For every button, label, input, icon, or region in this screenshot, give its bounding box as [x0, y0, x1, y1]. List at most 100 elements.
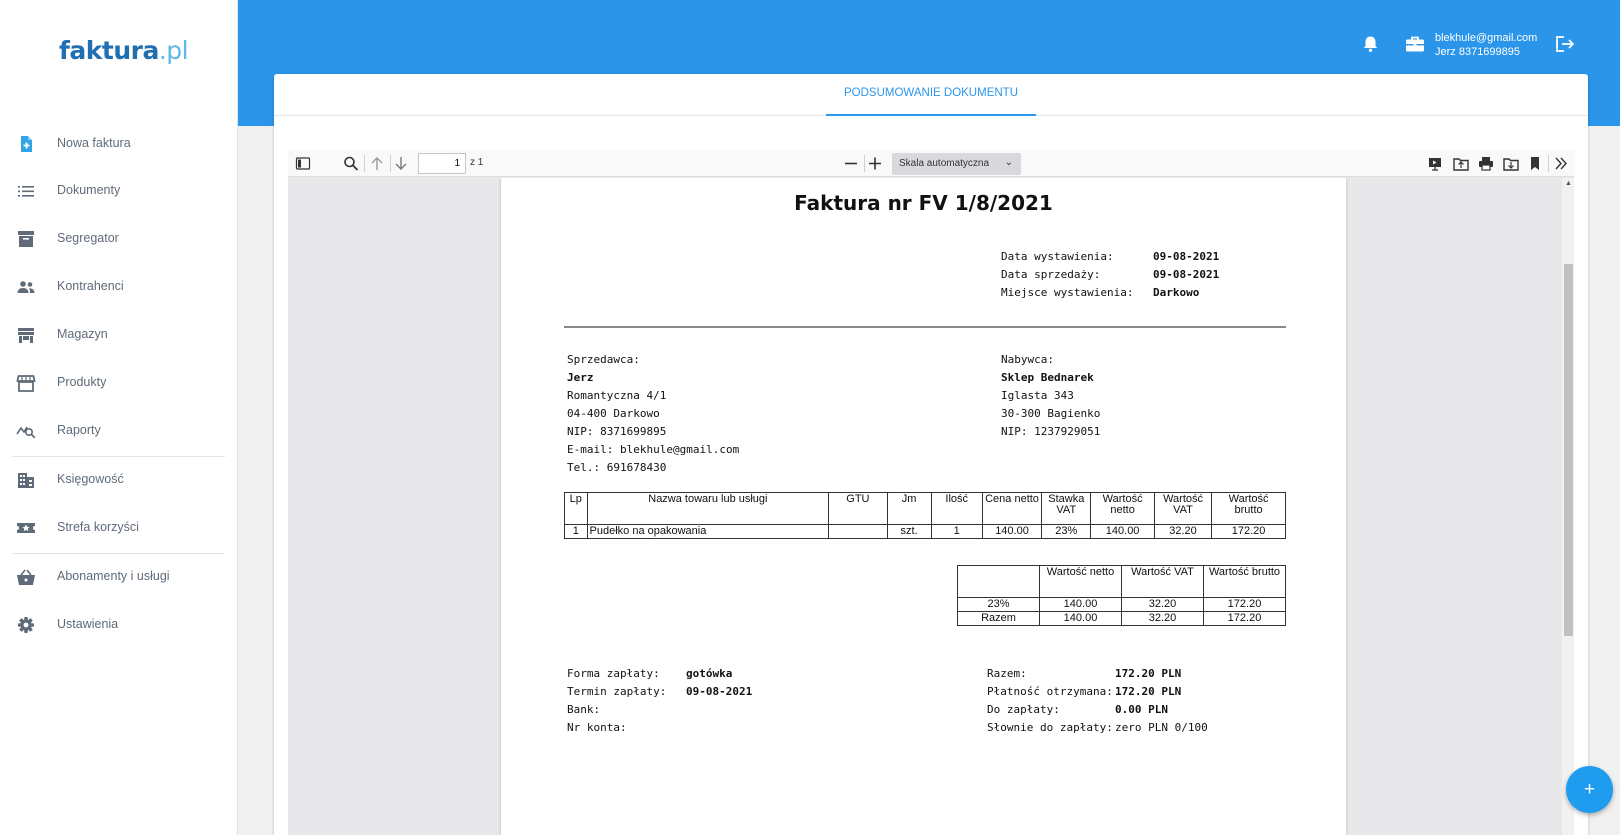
sidebar-item-nowa-faktura[interactable]: Nowa faktura	[0, 124, 238, 164]
sidebar-item-ksiegowosc[interactable]: Księgowość	[0, 460, 238, 500]
totals-value: 172.20 PLN	[1115, 667, 1182, 680]
meta-value: Darkowo	[1153, 286, 1200, 299]
arrow-down-icon[interactable]	[392, 155, 410, 172]
table-header-row: Wartość netto Wartość VAT Wartość brutto	[957, 565, 1286, 598]
bell-icon[interactable]	[1362, 35, 1379, 53]
scroll-up-arrow-icon[interactable]: ▲	[1565, 180, 1572, 187]
pdf-document-area[interactable]: Faktura nr FV 1/8/2021 Data wystawienia:…	[288, 178, 1574, 835]
sidebar-item-abonamenty[interactable]: Abonamenty i usługi	[0, 557, 238, 597]
table-cell: 172.20	[1203, 611, 1286, 626]
meta-label: Data wystawienia:	[1001, 250, 1114, 263]
table-header: Wartość netto	[1039, 565, 1122, 598]
payment-label: Forma zapłaty:	[567, 667, 660, 680]
meta-value: 09-08-2021	[1153, 268, 1220, 281]
sidebar-item-produkty[interactable]: Produkty	[0, 363, 238, 403]
invoice-title: Faktura nr FV 1/8/2021	[794, 191, 1053, 215]
pdf-toolbar: z 1 Skala automatyczna⌄	[288, 150, 1574, 177]
seller-line: Romantyczna 4/1	[567, 389, 667, 402]
table-cell: 140.00	[981, 524, 1043, 539]
payment-label: Termin zapłaty:	[567, 685, 667, 698]
scrollbar[interactable]: ▲	[1562, 178, 1574, 835]
basket-icon	[17, 569, 35, 585]
download-icon[interactable]	[1502, 155, 1520, 172]
search-icon[interactable]	[342, 155, 360, 172]
sidebar-divider	[12, 456, 225, 457]
logout-icon[interactable]	[1555, 35, 1575, 53]
payment-label: Bank:	[567, 703, 601, 716]
toolbar-separator	[390, 155, 391, 172]
double-chevron-right-icon[interactable]	[1552, 155, 1570, 172]
totals-value: 172.20 PLN	[1115, 685, 1182, 698]
archive-icon	[18, 231, 34, 247]
sidebar-item-ustawienia[interactable]: Ustawienia	[0, 605, 238, 645]
table-cell: 1	[564, 524, 588, 539]
divider	[564, 326, 1286, 328]
zoom-out-icon[interactable]	[842, 155, 860, 172]
meta-value: 09-08-2021	[1153, 250, 1220, 263]
sidebar-item-dokumenty[interactable]: Dokumenty	[0, 171, 238, 211]
open-file-icon[interactable]	[1452, 155, 1470, 172]
sidebar-item-kontrahenci[interactable]: Kontrahenci	[0, 267, 238, 307]
list-icon	[18, 186, 34, 197]
table-cell: 32.20	[1121, 597, 1204, 612]
totals-label: Do zapłaty:	[987, 703, 1060, 716]
page-number-input[interactable]	[418, 153, 466, 174]
table-header: Cena netto	[981, 492, 1043, 525]
sidebar-item-segregator[interactable]: Segregator	[0, 219, 238, 259]
table-cell: 1	[930, 524, 983, 539]
arrow-up-icon[interactable]	[368, 155, 386, 172]
table-cell: 23%	[1041, 524, 1092, 539]
user-email: blekhule@gmail.com	[1435, 32, 1538, 44]
building-icon	[18, 473, 34, 488]
people-icon	[17, 281, 35, 293]
table-cell: 140.00	[1090, 524, 1155, 539]
table-cell: 172.20	[1211, 524, 1286, 539]
payment-value: gotówka	[686, 667, 733, 680]
sidebar-item-raporty[interactable]: Raporty	[0, 411, 238, 451]
user-company: Jerz 8371699895	[1435, 46, 1521, 58]
logo[interactable]: faktura.pl	[59, 36, 189, 65]
totals-label: Słownie do zapłaty:	[987, 721, 1113, 734]
scrollbar-thumb[interactable]	[1564, 264, 1573, 636]
pdf-page: Faktura nr FV 1/8/2021 Data wystawienia:…	[501, 178, 1346, 835]
table-header: Wartość brutto	[1211, 492, 1286, 525]
report-search-icon	[16, 426, 36, 439]
seller-heading: Sprzedawca:	[567, 353, 640, 366]
sidebar-item-magazyn[interactable]: Magazyn	[0, 315, 238, 355]
table-header: GTU	[828, 492, 888, 525]
bookmark-icon[interactable]	[1526, 155, 1544, 172]
table-header: Wartość VAT	[1121, 565, 1204, 598]
seller-line: E-mail: blekhule@gmail.com	[567, 443, 740, 456]
table-cell: szt.	[886, 524, 932, 539]
pdf-viewer: z 1 Skala automatyczna⌄ Faktura nr FV 1/…	[288, 150, 1574, 835]
totals-label: Razem:	[987, 667, 1027, 680]
zoom-select[interactable]: Skala automatyczna ⌄	[892, 153, 1021, 175]
page-count-label: z 1	[470, 157, 484, 168]
table-header: Wartość brutto	[1203, 565, 1286, 598]
sidebar-toggle-icon[interactable]	[294, 155, 312, 172]
file-plus-icon	[21, 136, 32, 152]
items-table: Lp Nazwa towaru lub usługi GTU Jm Ilość …	[564, 492, 1286, 539]
buyer-line: NIP: 1237929051	[1001, 425, 1101, 438]
buyer-line: 30-300 Bagienko	[1001, 407, 1101, 420]
sidebar-item-strefa-korzysci[interactable]: Strefa korzyści	[0, 508, 238, 548]
buyer-heading: Nabywca:	[1001, 353, 1054, 366]
zoom-in-icon[interactable]	[866, 155, 884, 172]
warehouse-icon	[18, 328, 34, 343]
table-cell: 32.20	[1153, 524, 1213, 539]
print-icon[interactable]	[1477, 155, 1495, 172]
seller-line: Tel.: 691678430	[567, 461, 667, 474]
seller-line: 04-400 Darkowo	[567, 407, 660, 420]
table-row: Razem 140.00 32.20 172.20	[957, 611, 1286, 626]
add-fab-button[interactable]: +	[1566, 766, 1613, 813]
chevron-down-icon: ⌄	[1004, 157, 1013, 168]
user-info[interactable]: blekhule@gmail.com Jerz 8371699895	[1435, 31, 1537, 59]
seller-name: Jerz	[567, 371, 594, 384]
ticket-star-icon	[17, 523, 35, 533]
toolbar-separator	[364, 155, 365, 172]
briefcase-icon[interactable]	[1405, 35, 1425, 53]
tab-document-summary[interactable]: PODSUMOWANIE DOKUMENTU	[826, 74, 1036, 116]
presentation-mode-icon[interactable]	[1426, 155, 1444, 172]
meta-label: Data sprzedaży:	[1001, 268, 1101, 281]
sidebar: faktura.pl Nowa faktura Dokumenty Segreg…	[0, 0, 238, 835]
